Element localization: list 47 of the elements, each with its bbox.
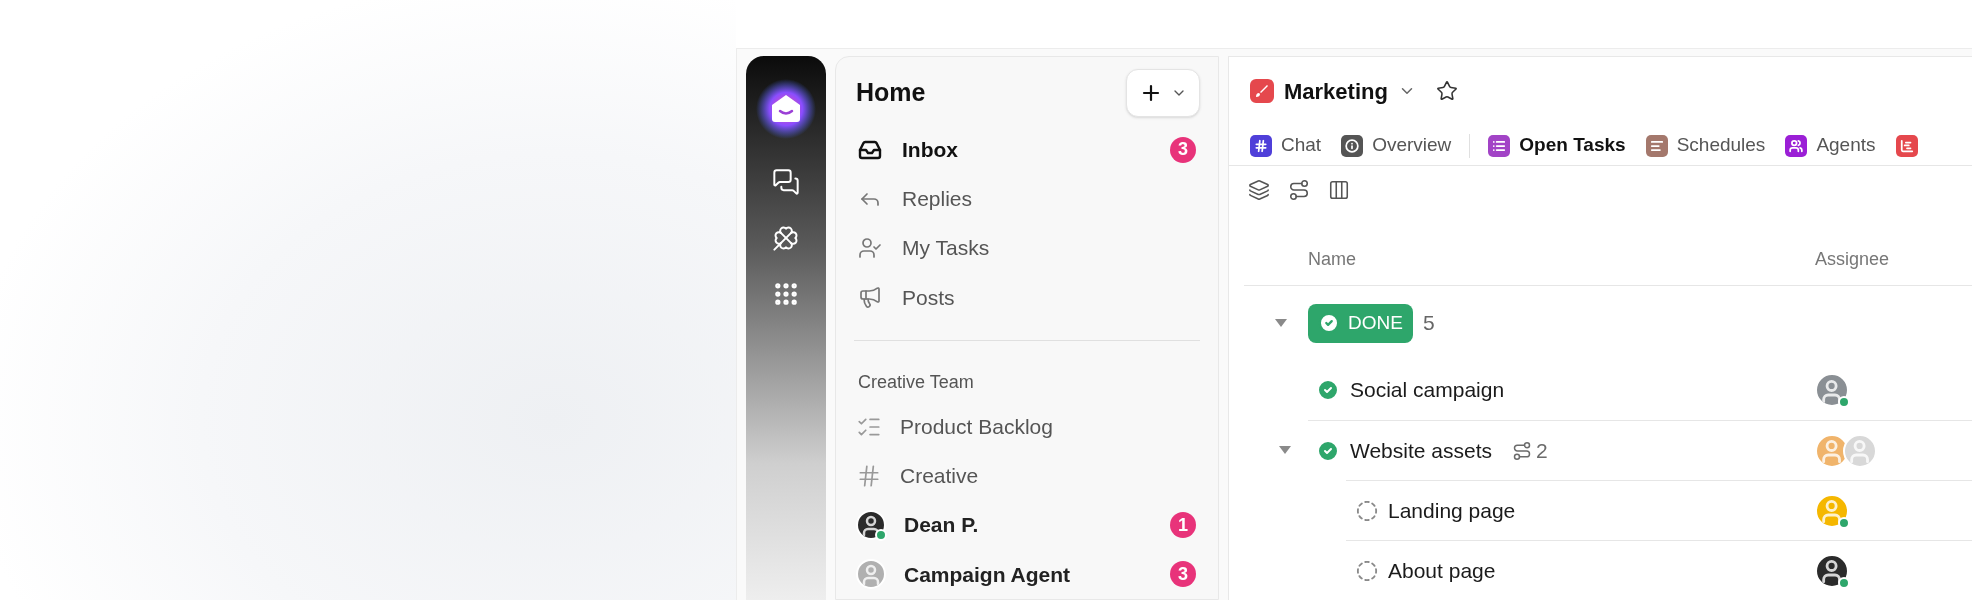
dashed-circle-icon[interactable] xyxy=(1356,499,1378,522)
layers-icon[interactable] xyxy=(1248,179,1270,202)
task-name[interactable]: Social campaign xyxy=(1350,374,1505,406)
section-title: Creative Team xyxy=(857,371,975,394)
star-icon[interactable] xyxy=(1435,80,1458,103)
caret-icon[interactable] xyxy=(1274,318,1288,328)
view-tab[interactable]: Overview xyxy=(1341,131,1452,160)
nav-item[interactable]: My Tasks xyxy=(902,232,990,264)
nav-icon xyxy=(858,285,882,310)
subtasks-icon xyxy=(1512,440,1532,461)
nav-item[interactable]: Replies xyxy=(902,183,973,215)
columns-icon[interactable] xyxy=(1328,179,1350,202)
column-header[interactable]: Assignee xyxy=(1815,246,1890,273)
subtasks-icon[interactable] xyxy=(1288,179,1310,202)
view-tab[interactable]: Agents xyxy=(1785,131,1876,160)
task-name[interactable]: Website assets xyxy=(1350,434,1492,467)
view-tab[interactable]: Chat xyxy=(1250,131,1322,160)
task-name[interactable]: About page xyxy=(1388,554,1496,587)
view-tab[interactable]: Open Tasks xyxy=(1488,131,1626,160)
chat-icon[interactable] xyxy=(772,168,800,196)
logo-icon[interactable] xyxy=(755,78,817,140)
nav-icon xyxy=(858,236,882,261)
nav-item[interactable]: Inbox xyxy=(902,133,958,166)
space-icon xyxy=(1250,79,1274,104)
group-count: 5 xyxy=(1422,310,1435,337)
check-circle-icon[interactable] xyxy=(1316,378,1340,402)
task-name[interactable]: Landing page xyxy=(1388,494,1516,527)
apps-grid-icon[interactable] xyxy=(772,280,800,308)
nav-item[interactable]: Campaign Agent xyxy=(904,558,1071,591)
clover-icon[interactable] xyxy=(772,224,800,252)
sidebar-title: Home xyxy=(855,77,926,109)
subtask-count: 2 xyxy=(1536,437,1548,464)
unread-count: 1 xyxy=(1170,512,1196,539)
unread-count: 3 xyxy=(1170,561,1196,588)
nav-item[interactable]: Posts xyxy=(902,281,955,314)
unread-count: 3 xyxy=(1170,136,1196,163)
nav-item[interactable]: Dean P. xyxy=(904,509,979,541)
dashed-circle-icon[interactable] xyxy=(1356,559,1378,582)
view-tab[interactable]: Schedules xyxy=(1645,131,1766,160)
column-header[interactable]: Name xyxy=(1244,246,1815,273)
avatar xyxy=(856,510,886,541)
caret-icon[interactable] xyxy=(1278,445,1292,455)
space-title[interactable]: Marketing xyxy=(1284,75,1388,108)
nav-item[interactable]: Product Backlog xyxy=(900,410,1053,443)
nav-item[interactable]: Creative xyxy=(900,460,979,492)
check-circle-icon xyxy=(1318,312,1340,334)
bars-icon[interactable] xyxy=(1895,134,1918,157)
